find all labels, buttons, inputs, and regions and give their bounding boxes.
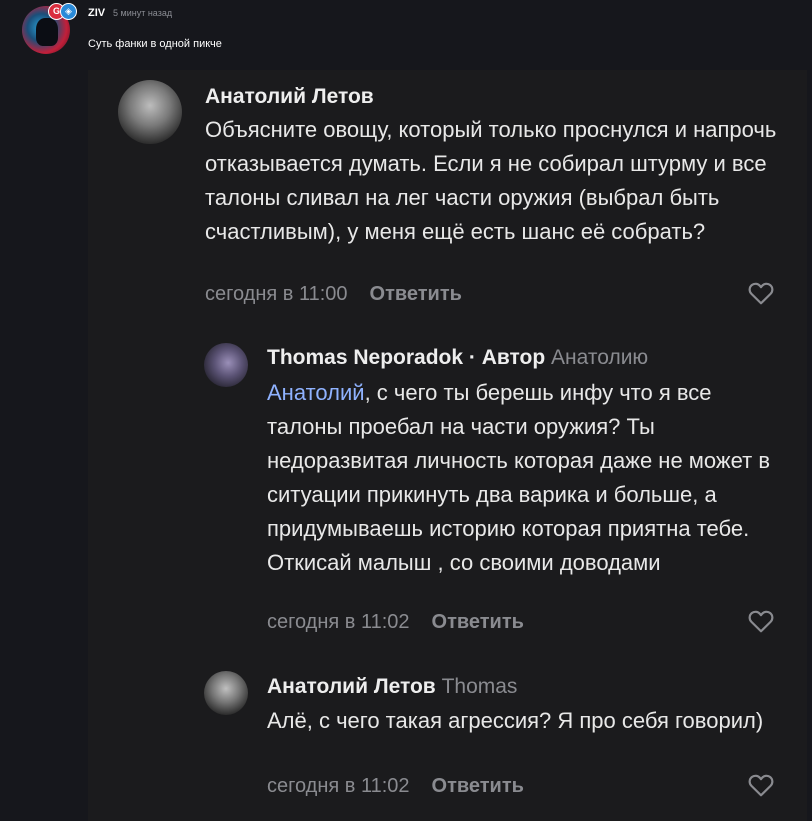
- heart-outline-icon: [748, 282, 774, 305]
- heart-outline-icon: [748, 610, 774, 633]
- comment-meta: сегодня в 11:00 Ответить: [205, 283, 462, 306]
- reply-to-name: Анатолию: [551, 346, 649, 369]
- reply-to-name: Thomas: [441, 675, 518, 698]
- heart-outline-icon: [748, 774, 774, 797]
- reply-button: Ответить: [431, 775, 524, 797]
- comment-meta: сегодня в 11:02 Ответить: [267, 775, 524, 798]
- reply-button: Ответить: [369, 283, 462, 305]
- post-text: Суть фанки в одной пикче: [88, 38, 222, 50]
- mention-link: Анатолий: [267, 380, 365, 405]
- diamond-badge-icon: ◈: [60, 3, 77, 20]
- post-header: G ◈ ZIV 5 минут назад Суть фанки в одной…: [0, 0, 812, 70]
- comment-author: Анатолий Летов: [267, 675, 436, 698]
- comment-author: Анатолий Летов: [205, 85, 374, 108]
- post-author-name[interactable]: ZIV: [88, 7, 105, 19]
- comment-header: Thomas Neporadok · Автор Анатолию: [267, 346, 648, 370]
- comment-text: Объясните овощу, который только проснулс…: [205, 117, 777, 244]
- comment-text: Алё, с чего такая агрессия? Я про себя г…: [267, 708, 764, 733]
- comment-text: Анатолий, с чего ты берешь инфу что я вс…: [267, 376, 792, 580]
- post-timestamp: 5 минут назад: [113, 8, 173, 18]
- reply-button: Ответить: [431, 611, 524, 633]
- comment-time: сегодня в 11:02: [267, 775, 410, 797]
- avatar: [204, 343, 248, 387]
- comment-meta: сегодня в 11:02 Ответить: [267, 611, 524, 634]
- attached-screenshot[interactable]: Анатолий Летов Объясните овощу, который …: [88, 70, 807, 821]
- comment-time: сегодня в 11:02: [267, 611, 410, 633]
- comment-author: Thomas Neporadok · Автор: [267, 346, 546, 369]
- comment-time: сегодня в 11:00: [205, 283, 348, 305]
- avatar: [204, 671, 248, 715]
- comment-header: Анатолий Летов Thomas: [267, 675, 517, 699]
- avatar: [118, 80, 182, 144]
- comment-text-body: , с чего ты берешь инфу что я все талоны…: [267, 380, 771, 575]
